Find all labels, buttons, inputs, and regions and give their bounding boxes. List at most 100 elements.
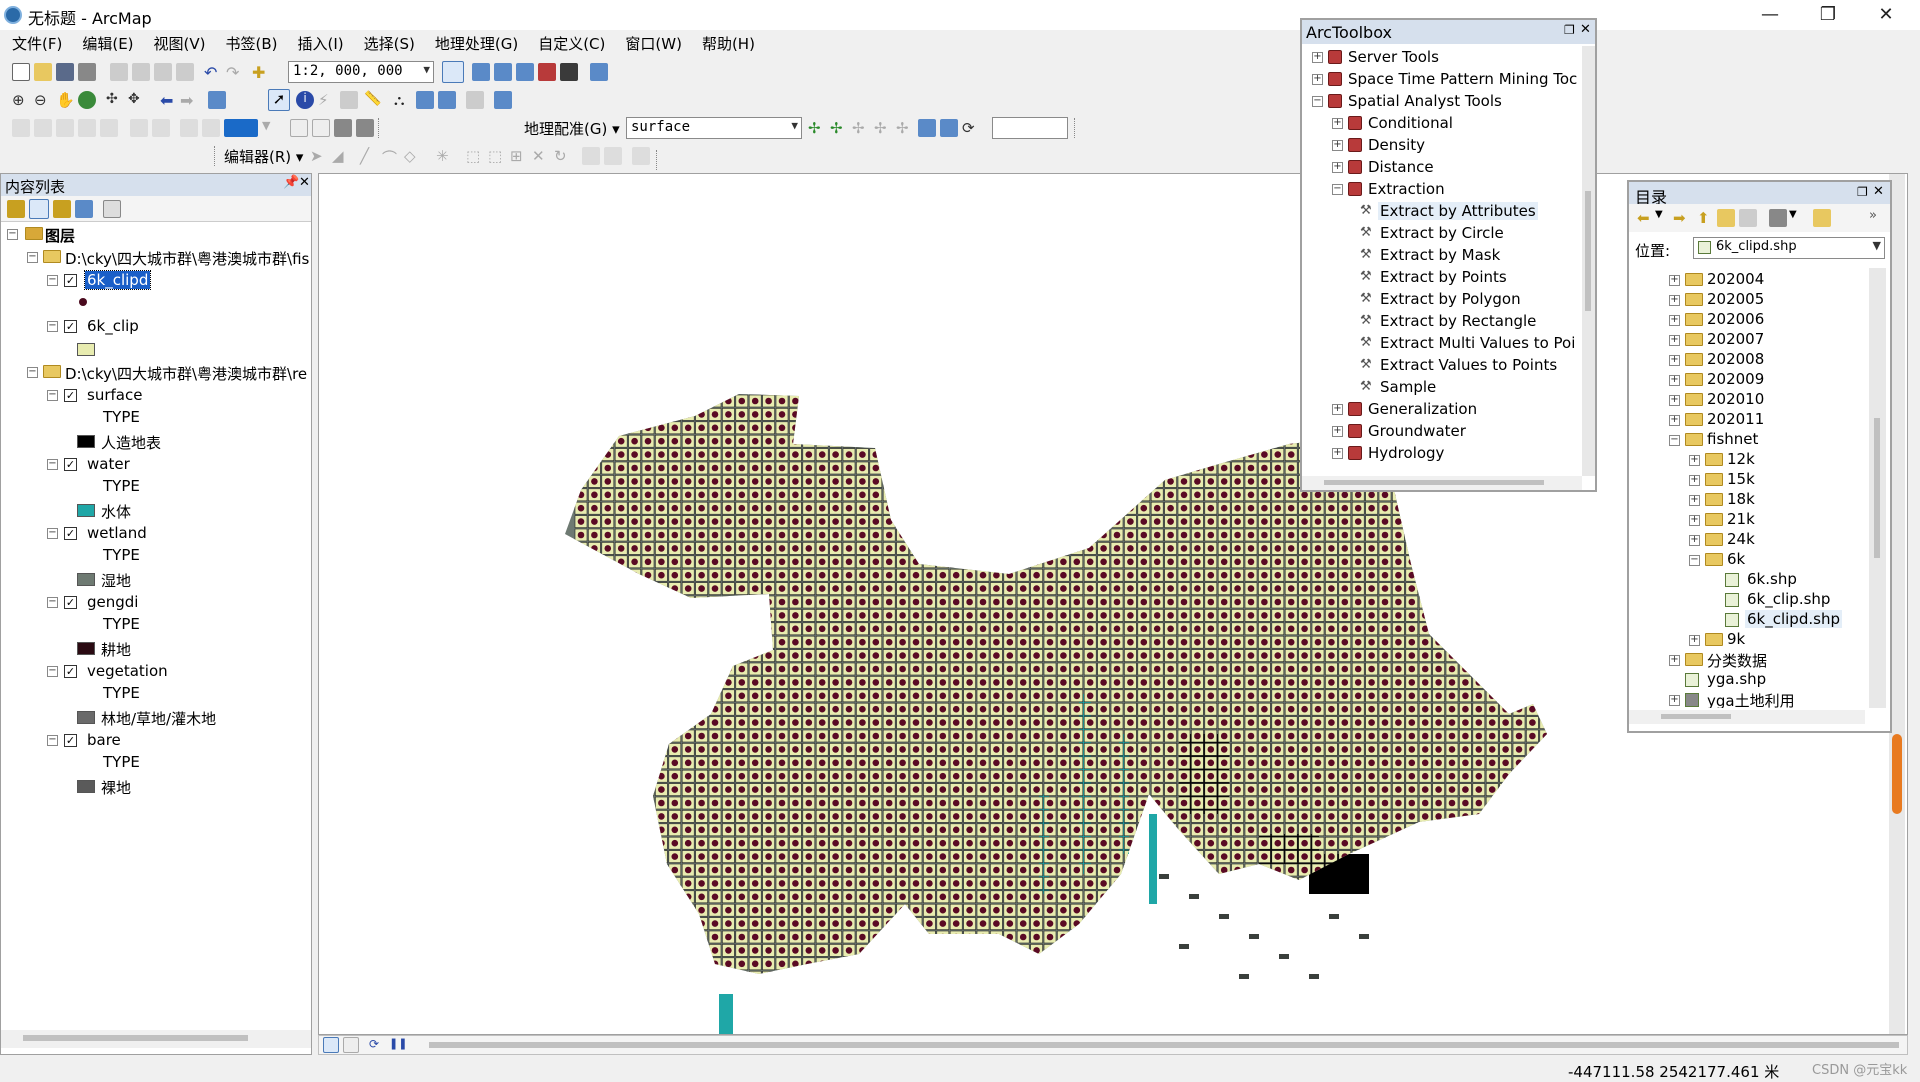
edit-tool-icon[interactable]: ➤: [310, 147, 328, 165]
pan-hand-icon[interactable]: ✋: [56, 91, 75, 109]
catalog-window-icon[interactable]: [516, 63, 534, 81]
toolbar-grip[interactable]: [378, 118, 381, 138]
layout-tool-4-icon[interactable]: [78, 119, 96, 137]
layer-name[interactable]: bare: [85, 731, 123, 749]
layer-visibility-checkbox[interactable]: ✓: [64, 734, 77, 747]
back-arrow-icon[interactable]: ⬅: [160, 91, 178, 110]
layer-visibility-checkbox[interactable]: ✓: [64, 320, 77, 333]
maximize-button[interactable]: ❐: [1800, 0, 1856, 30]
rotate-edit-icon[interactable]: ↻: [554, 147, 572, 165]
menu-item[interactable]: 自定义(C): [526, 30, 613, 54]
layer-name[interactable]: 6k_clipd: [83, 270, 152, 290]
identify-icon[interactable]: i: [296, 91, 314, 109]
collapse-icon[interactable]: −: [47, 597, 58, 608]
rotate-icon[interactable]: ⟳: [962, 119, 980, 137]
new-doc-icon[interactable]: [12, 63, 30, 81]
toolbox-window-icon[interactable]: [538, 63, 556, 81]
menu-item[interactable]: 窗口(W): [613, 30, 690, 54]
edit-annotation-icon[interactable]: ◢: [332, 147, 350, 165]
layer-visibility-checkbox[interactable]: ✓: [64, 596, 77, 609]
print-icon[interactable]: [78, 63, 96, 81]
auto-registration-icon[interactable]: ✢: [830, 119, 848, 137]
cut-polygons-icon[interactable]: ⊞: [510, 147, 528, 165]
georef-layer-combo[interactable]: surface ▼: [626, 117, 802, 139]
toc-horizontal-scrollbar[interactable]: [1, 1030, 311, 1048]
collapse-icon[interactable]: −: [47, 321, 58, 332]
toolbar-grip[interactable]: [1074, 118, 1077, 138]
layer-visibility-checkbox[interactable]: ✓: [64, 389, 77, 402]
cut-icon[interactable]: [110, 63, 128, 81]
georef-tool-5-icon[interactable]: ✢: [896, 119, 914, 137]
menu-item[interactable]: 编辑(E): [70, 30, 141, 54]
time-slider-icon[interactable]: [466, 91, 484, 109]
list-by-selection-icon[interactable]: [75, 200, 93, 218]
menu-item[interactable]: 选择(S): [352, 30, 423, 54]
layer-name[interactable]: water: [85, 455, 132, 473]
copy-icon[interactable]: [132, 63, 150, 81]
georef-rotation-input[interactable]: [992, 117, 1068, 139]
go-to-xy-icon[interactable]: [438, 91, 456, 109]
close-icon[interactable]: ✕: [299, 175, 310, 190]
layer-name[interactable]: vegetation: [85, 662, 170, 680]
menu-item[interactable]: 文件(F): [0, 30, 70, 54]
layout-tool-10-icon[interactable]: [334, 119, 352, 137]
georef-menu[interactable]: 地理配准(G) ▾: [524, 118, 620, 139]
layer-visibility-checkbox[interactable]: ✓: [64, 274, 77, 287]
zoom-in-icon[interactable]: ⊕: [12, 91, 30, 109]
full-extent-globe-icon[interactable]: [78, 91, 96, 109]
open-folder-icon[interactable]: [34, 63, 52, 81]
menu-item[interactable]: 地理处理(G): [423, 30, 526, 54]
layout-tool-5-icon[interactable]: [100, 119, 118, 137]
redo-icon[interactable]: ↷: [226, 63, 244, 82]
map-scale-combo[interactable]: 1:2, 000, 000 ▼: [288, 61, 434, 83]
close-button[interactable]: ✕: [1858, 0, 1914, 30]
list-by-drawing-order-icon[interactable]: [7, 200, 25, 218]
collapse-icon[interactable]: −: [47, 528, 58, 539]
measure-icon[interactable]: 📏: [364, 91, 382, 109]
chevron-down-icon[interactable]: ▼: [791, 119, 798, 132]
layout-tool-1-icon[interactable]: [12, 119, 30, 137]
layer-name[interactable]: 6k_clip: [85, 317, 141, 335]
menu-item[interactable]: 帮助(H): [690, 30, 763, 54]
trace-icon[interactable]: ◇: [404, 147, 422, 165]
menu-item[interactable]: 视图(V): [142, 30, 214, 54]
georef-tool-3-icon[interactable]: ✢: [852, 119, 870, 137]
select-features-icon[interactable]: [208, 91, 226, 109]
undo-icon[interactable]: ↶: [204, 63, 222, 82]
create-viewer-icon[interactable]: [494, 91, 512, 109]
menu-item[interactable]: 书签(B): [214, 30, 286, 54]
forward-arrow-icon[interactable]: ➡: [180, 91, 198, 110]
straight-segment-icon[interactable]: ╱: [360, 147, 378, 165]
collapse-icon[interactable]: −: [47, 666, 58, 677]
fixed-zoom-in-icon[interactable]: ✣: [106, 91, 124, 109]
collapse-icon[interactable]: −: [47, 735, 58, 746]
layout-page-icon[interactable]: [290, 119, 308, 137]
edit-vertices-icon[interactable]: ⬚: [466, 147, 484, 165]
toc-window-icon[interactable]: [494, 63, 512, 81]
editor-toolbar-toggle-icon[interactable]: [442, 61, 464, 83]
html-popup-icon[interactable]: [340, 91, 358, 109]
create-features-icon[interactable]: [632, 147, 650, 165]
list-by-source-icon[interactable]: [29, 199, 49, 219]
pin-icon[interactable]: 📌: [283, 175, 299, 190]
layout-tool-3-icon[interactable]: [56, 119, 74, 137]
select-elements-pointer-icon[interactable]: ➚: [268, 89, 290, 111]
attributes-icon[interactable]: [582, 147, 600, 165]
python-window-icon[interactable]: [560, 63, 578, 81]
toolbar-grip[interactable]: [214, 146, 217, 166]
layer-name[interactable]: gengdi: [85, 593, 140, 611]
layer-name[interactable]: wetland: [85, 524, 149, 542]
fill-color-icon[interactable]: [224, 119, 258, 137]
end-point-arc-icon[interactable]: ⌒: [382, 147, 400, 167]
find-binoculars-icon[interactable]: ⛬: [394, 91, 412, 109]
scrollbar-thumb[interactable]: [23, 1035, 248, 1041]
toolbar-grip[interactable]: [656, 150, 659, 170]
add-control-point-icon[interactable]: ✢: [808, 119, 826, 137]
point-icon[interactable]: ✳: [436, 147, 454, 165]
layer-visibility-checkbox[interactable]: ✓: [64, 527, 77, 540]
paste-icon[interactable]: [154, 63, 172, 81]
collapse-icon[interactable]: −: [27, 367, 38, 378]
reshape-icon[interactable]: ⬚: [488, 147, 506, 165]
zoom-out-icon[interactable]: ⊖: [34, 91, 52, 109]
list-by-visibility-icon[interactable]: [53, 200, 71, 218]
